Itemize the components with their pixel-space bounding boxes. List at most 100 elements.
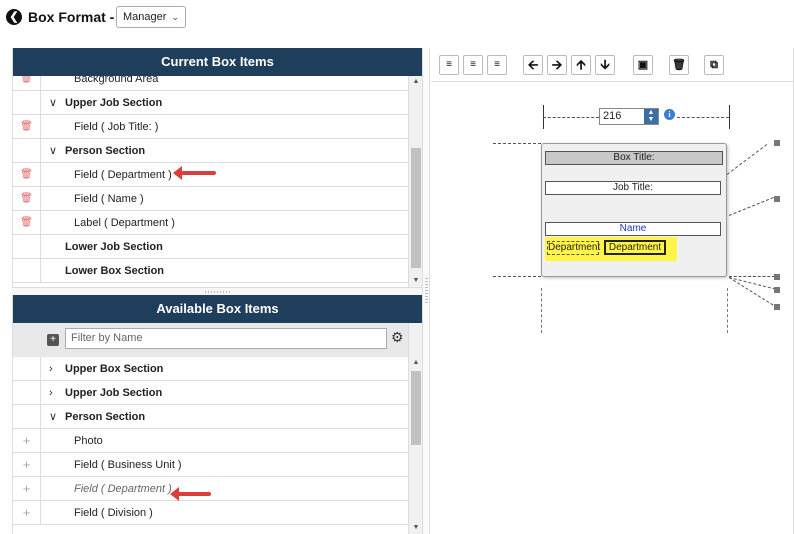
item-row[interactable]: 🗑 Field ( Job Title: ) — [13, 115, 409, 139]
connector-line — [728, 277, 776, 290]
department-field-element[interactable]: Department — [604, 240, 666, 255]
available-scrollbar[interactable]: ▲ ▼ — [408, 323, 422, 534]
box-width-input[interactable]: 216 ▲ ▼ — [599, 108, 659, 125]
current-scrollbar[interactable]: ▲ ▼ — [408, 76, 422, 287]
item-row[interactable]: 🗑 Background Area — [13, 76, 409, 91]
chevron-down-icon[interactable]: ∨ — [49, 410, 65, 423]
item-row[interactable]: + Field ( Division ) — [13, 501, 409, 525]
add-icon[interactable]: + — [47, 334, 59, 346]
connector-line — [726, 144, 768, 175]
trash-icon[interactable]: 🗑 — [20, 121, 33, 132]
arrow-right-icon[interactable]: 🡪 — [547, 55, 567, 75]
row-content: Field ( Job Title: ) — [41, 121, 409, 133]
chevron-down-icon[interactable]: ∨ — [49, 144, 65, 157]
current-panel-header: Current Box Items — [13, 48, 422, 76]
back-arrow-icon[interactable]: ❮ — [6, 9, 22, 25]
row-gutter: + — [13, 477, 41, 500]
fit-box-icon[interactable]: ▣ — [633, 55, 653, 75]
section-row[interactable]: › Upper Job Section — [13, 381, 409, 405]
current-box-items-panel: Current Box Items 🗑 Background Area ∨ Upper… — [12, 48, 422, 287]
item-row[interactable]: + Field ( Business Unit ) — [13, 453, 409, 477]
row-label: Lower Job Section — [65, 240, 163, 253]
department-label-element[interactable]: Department — [547, 241, 600, 255]
row-gutter — [13, 357, 41, 380]
align-right-icon[interactable]: ≡ — [487, 55, 507, 75]
spinner-icon[interactable]: ▲ ▼ — [644, 109, 658, 124]
connector-node[interactable] — [774, 140, 780, 146]
add-icon[interactable]: + — [23, 505, 31, 520]
add-icon[interactable]: + — [23, 457, 31, 472]
scroll-down-icon[interactable]: ▼ — [409, 275, 422, 287]
row-label: Person Section — [65, 144, 146, 157]
connector-node[interactable] — [774, 304, 780, 310]
trash-icon[interactable]: 🗑 — [20, 193, 33, 204]
item-row[interactable]: 🗑 Label ( Department ) — [13, 211, 409, 235]
horizontal-splitter[interactable] — [12, 287, 422, 295]
row-label: Field ( Division ) — [74, 506, 153, 519]
available-items-list: + Filter by Name ⚙ › Upper Box Section › Up… — [13, 323, 422, 534]
row-gutter: 🗑 — [13, 76, 41, 90]
add-icon[interactable]: + — [23, 481, 31, 496]
chevron-down-icon[interactable]: ∨ — [49, 96, 65, 109]
section-row[interactable]: Lower Job Section — [13, 235, 409, 259]
align-left-icon[interactable]: ≡ — [439, 55, 459, 75]
row-gutter: 🗑 — [13, 211, 41, 234]
connector-node[interactable] — [774, 274, 780, 280]
item-row[interactable]: 🗑 Field ( Department ) — [13, 163, 409, 187]
app-root: ❮ Box Format - Manager ⌄ Current Box Ite… — [0, 0, 794, 534]
name-element[interactable]: Name — [545, 222, 721, 236]
box-title-element[interactable]: Box Title: — [545, 151, 723, 165]
row-gutter: 🗑 — [13, 163, 41, 186]
section-row[interactable]: ∨ Upper Job Section — [13, 91, 409, 115]
row-content: ∨ Upper Job Section — [41, 96, 409, 110]
filter-input[interactable]: Filter by Name — [65, 328, 387, 349]
chevron-right-icon[interactable]: › — [49, 363, 65, 375]
item-row[interactable]: + Field ( Department ) — [13, 477, 409, 501]
page-title: Box Format - — [28, 9, 115, 25]
scroll-up-icon[interactable]: ▲ — [409, 76, 422, 88]
section-row[interactable]: › Upper Box Section — [13, 357, 409, 381]
scroll-down-icon[interactable]: ▼ — [409, 522, 422, 534]
arrow-down-icon[interactable]: 🡫 — [595, 55, 615, 75]
format-dropdown[interactable]: Manager ⌄ — [116, 6, 186, 28]
trash-icon[interactable]: 🗑 — [20, 217, 33, 228]
width-guide-right — [729, 105, 730, 129]
job-title-element[interactable]: Job Title: — [545, 181, 721, 195]
section-row[interactable]: ∨ Person Section — [13, 139, 409, 163]
width-dimension-line — [677, 117, 729, 118]
row-gutter: 🗑 — [13, 115, 41, 138]
scroll-thumb[interactable] — [411, 148, 421, 268]
grip-icon — [205, 291, 231, 293]
preview-canvas: 216 ▲ ▼ i Box Title: Job Title: Name Depa… — [431, 83, 793, 534]
add-icon[interactable]: + — [23, 433, 31, 448]
row-gutter: + — [13, 501, 41, 524]
gear-icon[interactable]: ⚙ — [391, 329, 404, 346]
item-row[interactable]: + Photo — [13, 429, 409, 453]
arrow-left-icon[interactable]: 🡨 — [523, 55, 543, 75]
trash-icon[interactable]: 🗑 — [669, 55, 689, 75]
trash-icon[interactable]: 🗑 — [20, 169, 33, 180]
connector-node[interactable] — [774, 196, 780, 202]
vertical-splitter[interactable] — [422, 48, 430, 534]
row-gutter: + — [13, 453, 41, 476]
row-label: Upper Box Section — [65, 362, 164, 375]
row-label: Field ( Department ) — [74, 482, 172, 495]
row-content: Label ( Department ) — [41, 217, 409, 229]
row-content: Field ( Department ) — [41, 483, 409, 495]
chevron-right-icon[interactable]: › — [49, 387, 65, 399]
copy-icon[interactable]: ⧉ — [704, 55, 724, 75]
trash-icon[interactable]: 🗑 — [20, 76, 33, 84]
section-row[interactable]: Lower Box Section — [13, 259, 409, 283]
row-content: ∨ Person Section — [41, 144, 409, 158]
info-icon[interactable]: i — [664, 109, 675, 120]
row-content: Field ( Name ) — [41, 193, 409, 205]
box-preview[interactable]: Box Title: Job Title: Name Department De… — [541, 143, 727, 277]
row-label: Field ( Job Title: ) — [74, 120, 159, 133]
arrow-up-icon[interactable]: 🡩 — [571, 55, 591, 75]
scroll-up-icon[interactable]: ▲ — [409, 357, 422, 369]
align-center-icon[interactable]: ≡ — [463, 55, 483, 75]
section-row[interactable]: ∨ Person Section — [13, 405, 409, 429]
scroll-thumb[interactable] — [411, 371, 421, 445]
item-row[interactable]: 🗑 Field ( Name ) — [13, 187, 409, 211]
connector-node[interactable] — [774, 287, 780, 293]
